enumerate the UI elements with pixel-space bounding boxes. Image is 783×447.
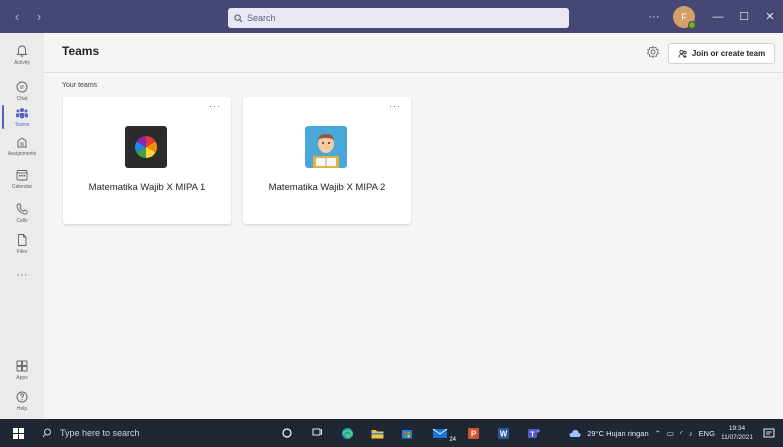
- phone-icon: [16, 203, 28, 215]
- scholar-icon: [305, 126, 347, 168]
- start-button[interactable]: [0, 419, 36, 447]
- search-icon: [42, 428, 51, 438]
- weather-text[interactable]: 29°C Hujan ringan: [587, 429, 648, 438]
- file-icon: [18, 234, 27, 246]
- wifi-icon[interactable]: ◜: [680, 429, 683, 438]
- svg-text:T: T: [530, 431, 535, 438]
- search-placeholder: Search: [247, 13, 276, 23]
- word-icon[interactable]: W: [488, 419, 518, 447]
- rail-label: Calendar: [11, 184, 33, 190]
- section-label: Your teams: [62, 82, 98, 89]
- rail-item-assignments[interactable]: Assignments: [0, 128, 44, 164]
- team-avatar: [125, 126, 167, 168]
- taskbar-search[interactable]: Type here to search: [36, 419, 258, 447]
- volume-icon[interactable]: ♪: [689, 429, 693, 438]
- join-button-label: Join or create team: [691, 49, 766, 58]
- powerpoint-icon[interactable]: P: [458, 419, 488, 447]
- windows-logo-icon: [12, 427, 24, 439]
- rail-label: Help: [16, 406, 28, 412]
- minimize-button[interactable]: —: [705, 11, 731, 23]
- svg-text:W: W: [499, 429, 507, 438]
- forward-arrow-icon[interactable]: ›: [32, 9, 46, 24]
- task-view-icon[interactable]: [302, 419, 332, 447]
- clock-time: 19:34: [728, 425, 746, 432]
- chevron-up-icon[interactable]: ⌃: [655, 429, 661, 438]
- rail-label: Apps: [16, 375, 28, 381]
- taskbar-search-placeholder: Type here to search: [60, 428, 140, 438]
- back-arrow-icon[interactable]: ‹: [10, 9, 24, 24]
- cortana-icon[interactable]: [272, 419, 302, 447]
- nav-arrows: ‹ ›: [10, 9, 46, 24]
- rail-label: Calls: [16, 218, 28, 224]
- apps-icon: [16, 360, 28, 372]
- bell-icon: [16, 45, 28, 57]
- title-bar: ‹ › Search ··· F — ☐ ✕: [0, 0, 783, 33]
- teams-taskbar-icon[interactable]: T: [518, 419, 548, 447]
- edge-browser-icon[interactable]: [332, 419, 362, 447]
- rail-item-help[interactable]: Help: [0, 383, 44, 419]
- team-card[interactable]: ··· Matematika Wajib X MIPA 2: [243, 97, 411, 224]
- team-card[interactable]: ··· Matematika Wajib X MIPA 1: [63, 97, 231, 224]
- clock-date: 11/07/2021: [720, 434, 753, 441]
- more-apps-button[interactable]: ···: [0, 257, 44, 293]
- clock[interactable]: 19:34 11/07/2021: [721, 424, 753, 442]
- app-rail: Activity Chat Teams Assignments Calendar…: [0, 33, 44, 419]
- system-tray: 29°C Hujan ringan ⌃ ▭ ◜ ♪ ENG 19:34 11/0…: [569, 419, 783, 447]
- teams-icon: [16, 108, 28, 119]
- team-more-options[interactable]: ···: [209, 101, 221, 111]
- add-people-icon: [678, 49, 687, 58]
- rail-label: Assignments: [7, 151, 37, 157]
- page-title: Teams: [62, 44, 100, 58]
- taskbar-apps: 24 P W T: [272, 419, 548, 447]
- help-icon: [16, 391, 28, 403]
- store-icon[interactable]: [392, 419, 422, 447]
- maximize-button[interactable]: ☐: [731, 10, 757, 23]
- team-name: Matematika Wajib X MIPA 2: [268, 182, 386, 193]
- team-more-options[interactable]: ···: [389, 101, 401, 111]
- team-avatar: [305, 126, 347, 168]
- mail-badge: 24: [449, 437, 456, 443]
- rail-item-activity[interactable]: Activity: [0, 37, 44, 73]
- notifications-icon[interactable]: [759, 419, 779, 447]
- rail-label: Files: [16, 249, 28, 255]
- status-indicator: [688, 20, 696, 29]
- avatar-initial: F: [681, 11, 687, 22]
- windows-taskbar: Type here to search 24 P W T 29°C Hujan …: [0, 419, 783, 447]
- file-explorer-icon[interactable]: [362, 419, 392, 447]
- battery-icon[interactable]: ▭: [667, 429, 674, 438]
- search-input[interactable]: Search: [228, 8, 569, 28]
- rail-item-calendar[interactable]: Calendar: [0, 161, 44, 197]
- weather-icon[interactable]: [569, 429, 581, 438]
- mail-icon[interactable]: 24: [422, 419, 458, 447]
- svg-text:P: P: [470, 429, 476, 438]
- calendar-icon: [16, 170, 28, 181]
- gear-icon[interactable]: [646, 45, 660, 59]
- color-wheel-icon: [125, 126, 167, 168]
- chat-icon: [16, 81, 28, 93]
- header-divider: [44, 72, 783, 73]
- more-options-button[interactable]: ···: [641, 11, 667, 23]
- search-icon: [234, 13, 243, 22]
- join-or-create-team-button[interactable]: Join or create team: [668, 43, 775, 64]
- more-apps-dots: ···: [16, 269, 28, 281]
- language-indicator[interactable]: ENG: [699, 429, 715, 438]
- avatar[interactable]: F: [673, 5, 696, 29]
- team-name: Matematika Wajib X MIPA 1: [88, 182, 206, 193]
- close-button[interactable]: ✕: [757, 10, 783, 23]
- assignments-icon: [17, 137, 27, 148]
- rail-label: Activity: [14, 60, 30, 66]
